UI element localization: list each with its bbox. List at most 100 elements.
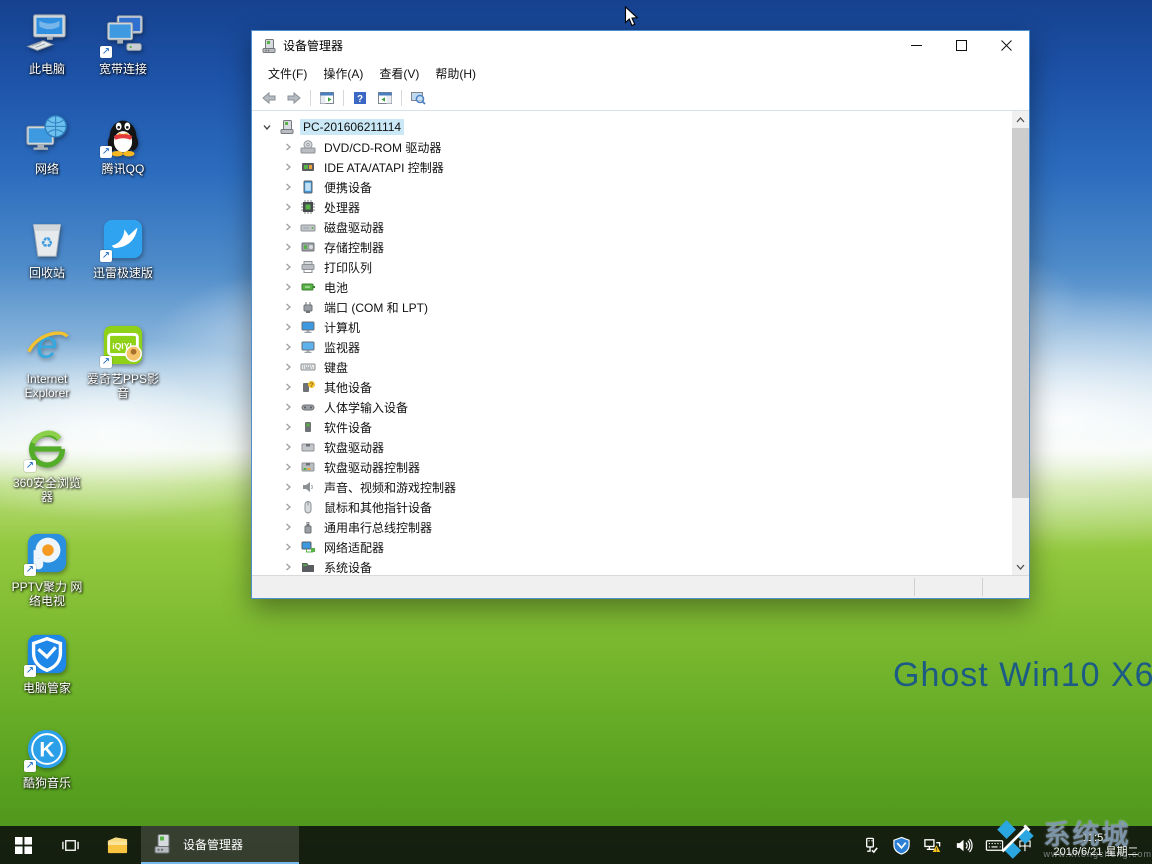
menu-item-0[interactable]: 文件(F) [260,61,315,86]
tree-item-root[interactable]: PC-201606211114 [252,117,1012,137]
usb-device-tray-button[interactable] [855,826,886,864]
tree-item-label[interactable]: 磁盘驱动器 [321,218,387,237]
chevron-right-icon[interactable] [283,202,293,212]
tree-item[interactable]: ?其他设备 [252,377,1012,397]
taskbar-clock[interactable]: 11:51 2016/6/21 星期二 [1040,826,1152,864]
chevron-right-icon[interactable] [283,502,293,512]
tree-item[interactable]: IDE ATA/ATAPI 控制器 [252,157,1012,177]
desktop-icon-network-globe[interactable]: 网络 [10,112,84,176]
chevron-right-icon[interactable] [283,402,293,412]
tree-item-label[interactable]: 通用串行总线控制器 [321,518,435,537]
chevron-right-icon[interactable] [283,322,293,332]
desktop-icon-qq-penguin[interactable]: ↗腾讯QQ [86,112,160,176]
file-explorer-button[interactable] [94,826,141,864]
maximize-button[interactable] [939,31,984,60]
desktop-icon-recycle-bin[interactable]: ♻回收站 [10,216,84,280]
desktop-icon-internet-explorer[interactable]: eInternet Explorer [10,322,84,400]
tree-item[interactable]: 计算机 [252,317,1012,337]
tree-item[interactable]: 声音、视频和游戏控制器 [252,477,1012,497]
scan-hardware-button[interactable] [407,88,429,108]
chevron-right-icon[interactable] [283,382,293,392]
tree-item-label[interactable]: 网络适配器 [321,538,387,557]
tree-item[interactable]: 软件设备 [252,417,1012,437]
chevron-right-icon[interactable] [283,522,293,532]
desktop-icon-360-browser[interactable]: ↗360安全浏览器 [10,426,84,504]
chevron-down-icon[interactable] [262,122,272,132]
tree-item[interactable]: DVD/CD-ROM 驱动器 [252,137,1012,157]
desktop-icon-pptv[interactable]: ↗PPTV聚力 网络电视 [10,530,84,608]
tree-item[interactable]: 网络适配器 [252,537,1012,557]
taskbar-app-device-manager[interactable]: 设备管理器 [141,826,299,864]
desktop-icon-kugou-music[interactable]: K↗酷狗音乐 [10,726,84,790]
menu-item-2[interactable]: 查看(V) [371,61,427,86]
menu-item-3[interactable]: 帮助(H) [427,61,484,86]
chevron-right-icon[interactable] [283,442,293,452]
tree-item-label[interactable]: 系统设备 [321,558,375,576]
tree-item[interactable]: 监视器 [252,337,1012,357]
window-titlebar[interactable]: 设备管理器 [252,31,1029,60]
tree-item[interactable]: 端口 (COM 和 LPT) [252,297,1012,317]
tree-item[interactable]: 存储控制器 [252,237,1012,257]
tree-item[interactable]: 打印队列 [252,257,1012,277]
tree-item-label[interactable]: 监视器 [321,338,363,357]
tree-item[interactable]: 软盘驱动器控制器 [252,457,1012,477]
tree-item-label[interactable]: 存储控制器 [321,238,387,257]
scrollbar-track[interactable] [1012,128,1029,558]
chevron-right-icon[interactable] [283,182,293,192]
tree-item[interactable]: 系统设备 [252,557,1012,575]
desktop-icon-broadband-connection[interactable]: ↗宽带连接 [86,12,160,76]
scrollbar-thumb[interactable] [1012,128,1029,498]
chevron-right-icon[interactable] [283,262,293,272]
tree-item-label[interactable]: 人体学输入设备 [321,398,411,417]
tree-item-label[interactable]: 声音、视频和游戏控制器 [321,478,459,497]
security-shield-tray-button[interactable] [886,826,917,864]
tree-item[interactable]: 处理器 [252,197,1012,217]
tree-item-label[interactable]: 计算机 [321,318,363,337]
tree-item-label[interactable]: 电池 [321,278,351,297]
chevron-right-icon[interactable] [283,422,293,432]
help-button[interactable]: ? [349,88,371,108]
chevron-right-icon[interactable] [283,282,293,292]
vertical-scrollbar[interactable] [1012,111,1029,575]
touch-keyboard-tray-button[interactable] [979,826,1010,864]
properties-button[interactable] [374,88,396,108]
forward-button[interactable] [283,88,305,108]
task-view-button[interactable] [47,826,94,864]
tree-item-label[interactable]: 键盘 [321,358,351,377]
tree-item-label[interactable]: 其他设备 [321,378,375,397]
chevron-right-icon[interactable] [283,562,293,572]
start-button[interactable] [0,826,47,864]
scroll-up-button[interactable] [1012,111,1029,128]
chevron-right-icon[interactable] [283,462,293,472]
tree-item[interactable]: 键盘 [252,357,1012,377]
tree-item[interactable]: 软盘驱动器 [252,437,1012,457]
desktop-icon-thunder-bird[interactable]: ↗迅雷极速版 [86,216,160,280]
tree-item[interactable]: 电池 [252,277,1012,297]
desktop-icon-pc-manager-shield[interactable]: ↗电脑管家 [10,631,84,695]
tree-item[interactable]: 磁盘驱动器 [252,217,1012,237]
tree-item[interactable]: 鼠标和其他指针设备 [252,497,1012,517]
chevron-right-icon[interactable] [283,302,293,312]
tree-item-label[interactable]: 处理器 [321,198,363,217]
chevron-right-icon[interactable] [283,342,293,352]
tree-item[interactable]: 便携设备 [252,177,1012,197]
chevron-right-icon[interactable] [283,242,293,252]
menu-item-1[interactable]: 操作(A) [315,61,371,86]
tree-item[interactable]: 人体学输入设备 [252,397,1012,417]
chevron-right-icon[interactable] [283,142,293,152]
tree-item-label[interactable]: 鼠标和其他指针设备 [321,498,435,517]
scroll-down-button[interactable] [1012,558,1029,575]
tree-item-label[interactable]: 软盘驱动器 [321,438,387,457]
chevron-right-icon[interactable] [283,162,293,172]
network-warning-tray-button[interactable] [917,826,948,864]
tree-item-label[interactable]: 软件设备 [321,418,375,437]
chevron-right-icon[interactable] [283,542,293,552]
desktop-icon-iqiyi-pps[interactable]: iQIYI↗爱奇艺PPS影音 [86,322,160,400]
tree-item-label[interactable]: 打印队列 [321,258,375,277]
tree-item-label[interactable]: 软盘驱动器控制器 [321,458,423,477]
tree-item-label[interactable]: PC-201606211114 [300,119,404,135]
tree-item-label[interactable]: IDE ATA/ATAPI 控制器 [321,158,447,177]
ime-indicator[interactable]: 中 [1010,826,1040,864]
close-button[interactable] [984,31,1029,60]
tree-item-label[interactable]: 便携设备 [321,178,375,197]
